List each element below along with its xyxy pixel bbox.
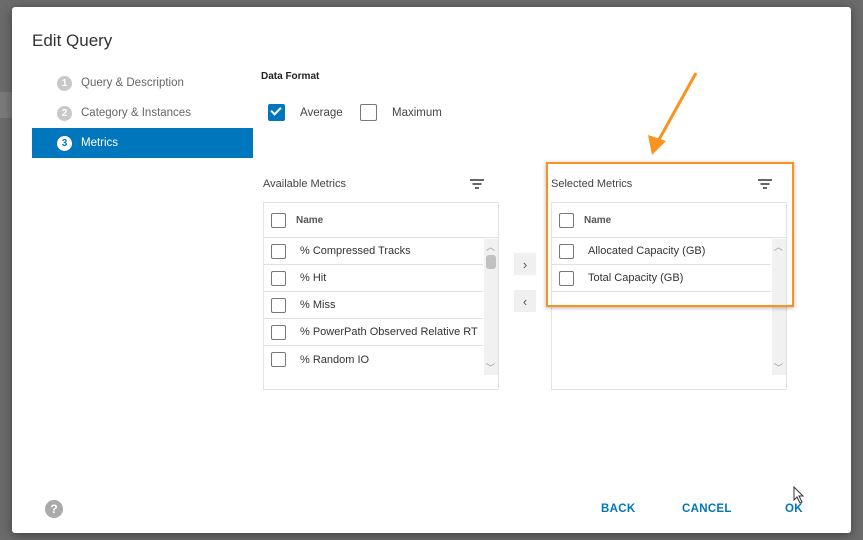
list-item[interactable]: % PowerPath Observed Relative RT (264, 319, 483, 346)
row-checkbox[interactable] (271, 297, 286, 313)
scroll-thumb[interactable] (486, 255, 496, 269)
cancel-button[interactable]: CANCEL (682, 503, 732, 515)
list-item[interactable]: % Hit (264, 265, 483, 292)
remove-metric-button[interactable]: ‹ (514, 290, 536, 312)
add-metric-button[interactable]: › (514, 253, 536, 275)
step-label: Metrics (81, 137, 119, 149)
item-label: % Hit (300, 272, 327, 284)
edit-query-dialog: Edit Query 1 Query & Description 2 Categ… (12, 7, 851, 533)
ok-button[interactable]: OK (785, 503, 803, 515)
item-label: % Miss (300, 299, 336, 311)
average-checkbox[interactable] (268, 104, 285, 121)
step-label: Query & Description (81, 77, 184, 89)
item-label: % Compressed Tracks (300, 245, 411, 257)
step-number: 2 (57, 105, 72, 121)
item-label: % PowerPath Observed Relative RT (300, 326, 478, 338)
background-row (0, 92, 12, 118)
row-checkbox[interactable] (271, 324, 286, 340)
mouse-cursor-icon (793, 486, 805, 504)
list-item[interactable]: % Random IO (264, 346, 483, 373)
step-number: 3 (57, 135, 72, 151)
maximum-label: Maximum (392, 106, 442, 119)
step-number: 1 (57, 75, 72, 91)
available-metrics-title: Available Metrics (263, 178, 346, 190)
step-metrics[interactable]: 3 Metrics (32, 128, 253, 158)
step-label: Category & Instances (81, 107, 191, 119)
list-item[interactable]: % Compressed Tracks (264, 238, 483, 265)
row-checkbox[interactable] (271, 243, 286, 259)
average-option[interactable]: Average (268, 104, 343, 121)
scrollbar[interactable]: ︿ ﹀ (484, 239, 498, 375)
scroll-down-icon[interactable]: ﹀ (486, 361, 495, 374)
scroll-down-icon[interactable]: ﹀ (774, 361, 783, 374)
row-checkbox[interactable] (271, 352, 286, 367)
list-item[interactable]: % Miss (264, 292, 483, 319)
average-label: Average (300, 106, 343, 119)
available-metrics-list: Name % Compressed Tracks % Hit % Miss % … (263, 202, 499, 390)
highlight-box (546, 162, 794, 307)
step-category-instances[interactable]: 2 Category & Instances (32, 98, 253, 128)
step-query-description[interactable]: 1 Query & Description (32, 68, 253, 98)
maximum-option[interactable]: Maximum (360, 104, 442, 121)
maximum-checkbox[interactable] (360, 104, 377, 121)
filter-icon[interactable] (470, 179, 484, 189)
annotation-arrow-icon (648, 72, 698, 155)
data-format-label: Data Format (261, 71, 320, 82)
row-checkbox[interactable] (271, 270, 286, 286)
item-label: % Random IO (300, 353, 370, 366)
select-all-checkbox[interactable] (271, 212, 286, 228)
dialog-title: Edit Query (32, 31, 113, 50)
help-icon[interactable]: ? (45, 500, 63, 518)
scroll-up-icon[interactable]: ︿ (486, 240, 495, 253)
back-button[interactable]: BACK (601, 503, 635, 515)
column-name: Name (296, 214, 324, 226)
list-header: Name (264, 203, 498, 238)
